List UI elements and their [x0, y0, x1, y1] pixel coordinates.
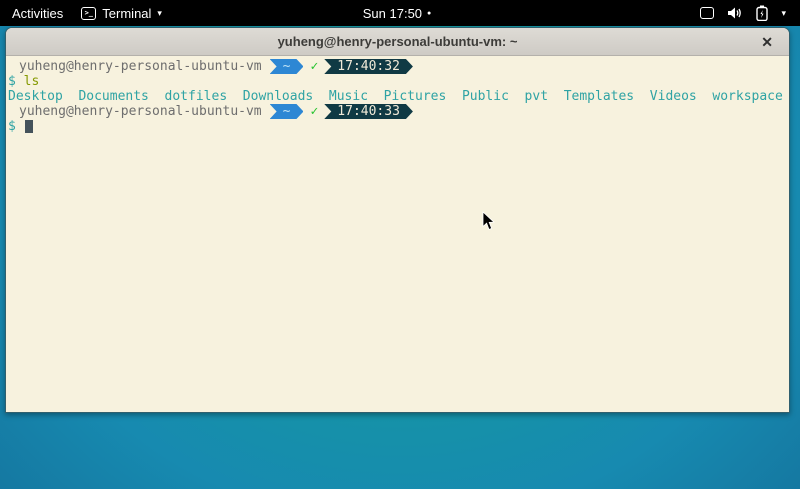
command-line: $ ls	[8, 74, 787, 89]
prompt-line-1: yuheng@henry-personal-ubuntu-vm ~ ✓ 17:4…	[8, 59, 787, 74]
screen-icon	[700, 7, 714, 19]
prompt-cwd-segment: ~	[270, 104, 304, 119]
terminal-window: yuheng@henry-personal-ubuntu-vm: ~ ✕ yuh…	[5, 27, 790, 413]
app-menu-terminal[interactable]: >_ Terminal ▾	[81, 6, 162, 21]
window-titlebar[interactable]: yuheng@henry-personal-ubuntu-vm: ~ ✕	[6, 28, 789, 56]
clock-label: Sun 17:50	[363, 6, 422, 21]
command-text: ls	[16, 74, 39, 89]
clock-button[interactable]: Sun 17:50 ●	[363, 6, 432, 21]
system-tray[interactable]: ▾	[431, 5, 800, 21]
prompt-line-2: yuheng@henry-personal-ubuntu-vm ~ ✓ 17:4…	[8, 104, 787, 119]
app-menu-label: Terminal	[102, 6, 151, 21]
prompt-time-segment: 17:40:33	[324, 104, 413, 119]
prompt-status-check-icon: ✓	[310, 59, 318, 74]
directory-list: Desktop Documents dotfiles Downloads Mus…	[8, 89, 783, 104]
prompt-time-segment: 17:40:32	[324, 59, 413, 74]
activities-button[interactable]: Activities	[8, 4, 67, 23]
prompt-user-host: yuheng@henry-personal-ubuntu-vm	[19, 59, 262, 74]
terminal-icon: >_	[81, 7, 96, 20]
input-line[interactable]: $	[8, 119, 787, 134]
battery-charging-icon	[756, 5, 768, 21]
ls-output-line: Desktop Documents dotfiles Downloads Mus…	[8, 89, 787, 104]
prompt-cwd-segment: ~	[270, 59, 304, 74]
volume-icon	[727, 6, 743, 20]
terminal-content[interactable]: yuheng@henry-personal-ubuntu-vm ~ ✓ 17:4…	[6, 56, 789, 412]
top-bar: Activities >_ Terminal ▾ Sun 17:50 ● ▾	[0, 0, 800, 26]
prompt-status-check-icon: ✓	[310, 104, 318, 119]
close-icon[interactable]: ✕	[761, 35, 773, 49]
prompt-symbol: $	[8, 119, 16, 134]
chevron-down-icon: ▾	[781, 9, 786, 18]
terminal-cursor	[25, 120, 33, 133]
chevron-down-icon: ▾	[157, 9, 162, 18]
window-title: yuheng@henry-personal-ubuntu-vm: ~	[278, 34, 518, 49]
prompt-user-host: yuheng@henry-personal-ubuntu-vm	[19, 104, 262, 119]
prompt-symbol: $	[8, 74, 16, 89]
